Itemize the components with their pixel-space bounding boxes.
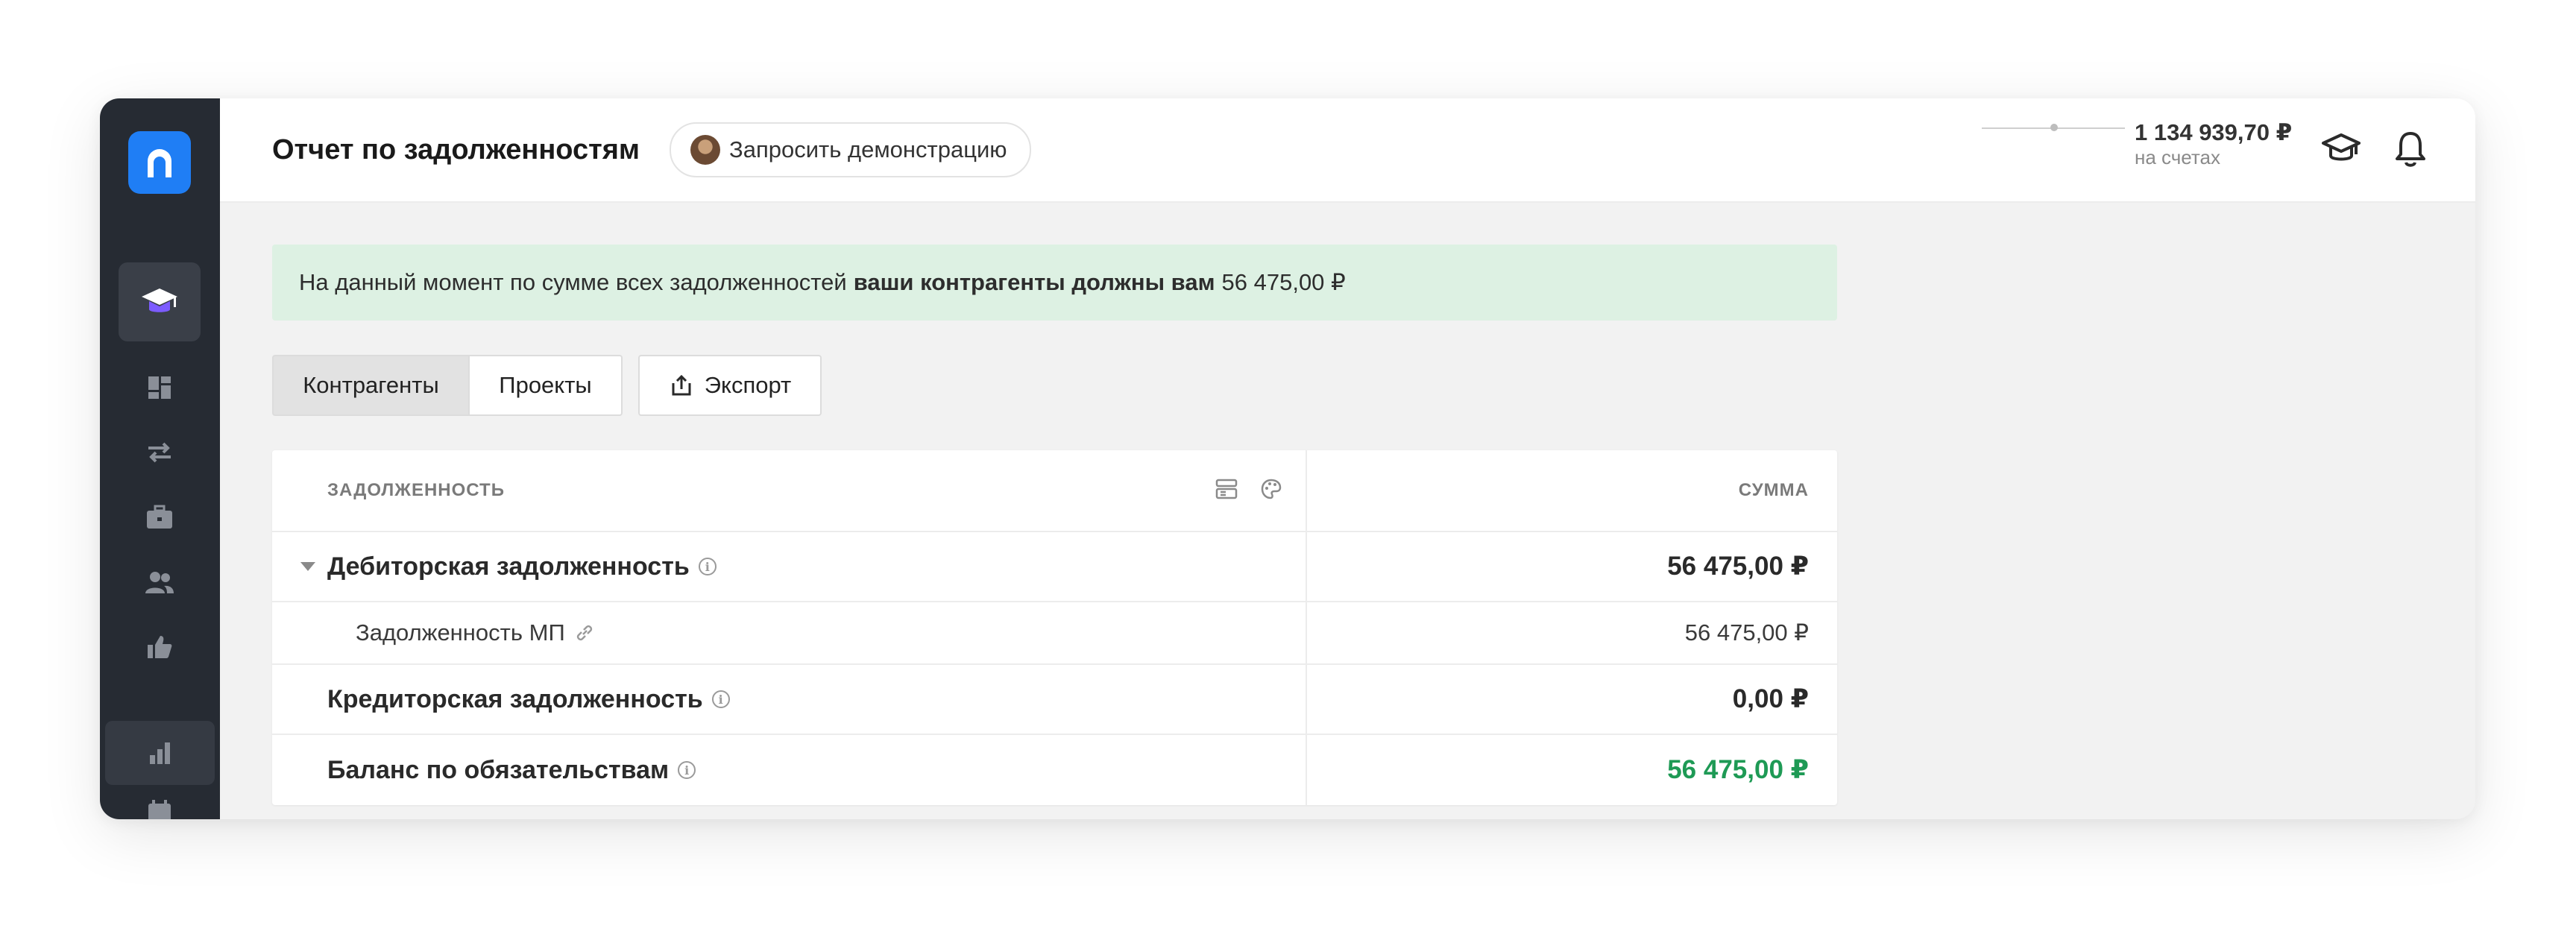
table-row[interactable]: Дебиторская задолженность i 56 475,00 ₽ <box>272 532 1837 602</box>
link-icon[interactable] <box>574 622 595 643</box>
row-label: Баланс по обязательствам i <box>327 735 696 805</box>
request-demo-label: Запросить демонстрацию <box>729 136 1007 163</box>
row-label-text: Дебиторская задолженность <box>327 552 690 581</box>
logo-icon <box>148 149 171 177</box>
row-value: 0,00 ₽ <box>1732 684 1809 713</box>
debt-table: ЗАДОЛЖЕННОСТЬ СУММА Дебиторская задолжен… <box>272 450 1837 805</box>
education-button[interactable] <box>2319 127 2364 171</box>
page-title: Отчет по задолженностям <box>272 134 640 165</box>
row-label-text: Кредиторская задолженность <box>327 684 703 713</box>
tab-counterparties[interactable]: Контрагенты <box>272 355 470 416</box>
sidebar-item-dashboard[interactable] <box>145 373 174 403</box>
tab-projects[interactable]: Проекты <box>470 355 623 416</box>
row-label: Задолженность МП <box>356 602 595 663</box>
row-label-text: Задолженность МП <box>356 619 565 646</box>
sidebar-item-projects[interactable] <box>145 502 174 532</box>
view-tabs: Контрагенты Проекты <box>272 355 623 416</box>
export-icon <box>672 374 691 396</box>
table-header-row: ЗАДОЛЖЕННОСТЬ СУММА <box>272 450 1837 532</box>
row-label: Дебиторская задолженность i <box>327 532 717 601</box>
debt-summary-banner: На данный момент по сумме всех задолженн… <box>272 245 1837 321</box>
app-logo[interactable] <box>128 131 191 194</box>
graduation-cap-icon <box>2322 133 2361 161</box>
export-button[interactable]: Экспорт <box>638 355 822 416</box>
sidebar-item-reports[interactable] <box>105 721 215 785</box>
table-row[interactable]: Баланс по обязательствам i 56 475,00 ₽ <box>272 735 1837 805</box>
export-label: Экспорт <box>704 372 792 398</box>
collapse-caret-icon[interactable] <box>300 562 315 571</box>
column-header-debt: ЗАДОЛЖЕННОСТЬ <box>327 480 505 500</box>
balance-sparkline-dot <box>2050 124 2058 131</box>
color-theme-button[interactable] <box>1258 476 1285 502</box>
banner-amount: 56 475,00 ₽ <box>1221 269 1346 295</box>
info-icon[interactable]: i <box>678 761 696 779</box>
sidebar-item-education[interactable] <box>119 262 201 341</box>
row-label-text: Баланс по обязательствам <box>327 755 670 784</box>
palette-icon <box>1261 479 1282 499</box>
row-value: 56 475,00 ₽ <box>1667 552 1809 581</box>
banner-prefix: На данный момент по сумме всех задолженн… <box>299 269 847 295</box>
request-demo-button[interactable]: Запросить демонстрацию <box>670 122 1031 177</box>
sidebar <box>100 98 220 819</box>
demo-avatar <box>690 135 720 165</box>
rows-settings-icon <box>1215 479 1238 499</box>
banner-emphasis: ваши контрагенты должны вам <box>853 269 1215 295</box>
app-window: Отчет по задолженностям Запросить демонс… <box>100 98 2475 819</box>
table-row[interactable]: Задолженность МП 56 475,00 ₽ <box>272 602 1837 665</box>
briefcase-icon <box>147 505 172 529</box>
dashboard-icon <box>148 376 171 399</box>
sidebar-item-contacts[interactable] <box>145 567 174 597</box>
row-value: 56 475,00 ₽ <box>1684 619 1809 646</box>
graduation-cap-icon <box>142 288 177 312</box>
sidebar-item-calendar[interactable] <box>145 798 174 819</box>
table-row[interactable]: Кредиторская задолженность i 0,00 ₽ <box>272 665 1837 735</box>
info-icon[interactable]: i <box>711 690 730 708</box>
calendar-icon <box>148 800 171 819</box>
info-icon[interactable]: i <box>698 558 717 575</box>
column-header-sum: СУММА <box>1738 480 1809 500</box>
balance-caption: на счетах <box>2135 146 2220 168</box>
sidebar-item-transfers[interactable] <box>145 438 174 467</box>
thumbs-up-icon <box>148 636 172 658</box>
bar-chart-icon <box>149 742 170 764</box>
people-icon <box>145 572 174 593</box>
grouping-button[interactable] <box>1213 476 1240 502</box>
bell-icon <box>2396 132 2425 167</box>
sidebar-item-feedback[interactable] <box>145 632 174 662</box>
transfer-arrows-icon <box>148 442 171 463</box>
notifications-button[interactable] <box>2388 127 2433 171</box>
top-header: Отчет по задолженностям Запросить демонс… <box>220 98 2475 203</box>
row-label: Кредиторская задолженность i <box>327 665 730 734</box>
balance-amount[interactable]: 1 134 939,70 ₽ <box>2135 119 2292 146</box>
row-value-positive: 56 475,00 ₽ <box>1667 755 1809 784</box>
